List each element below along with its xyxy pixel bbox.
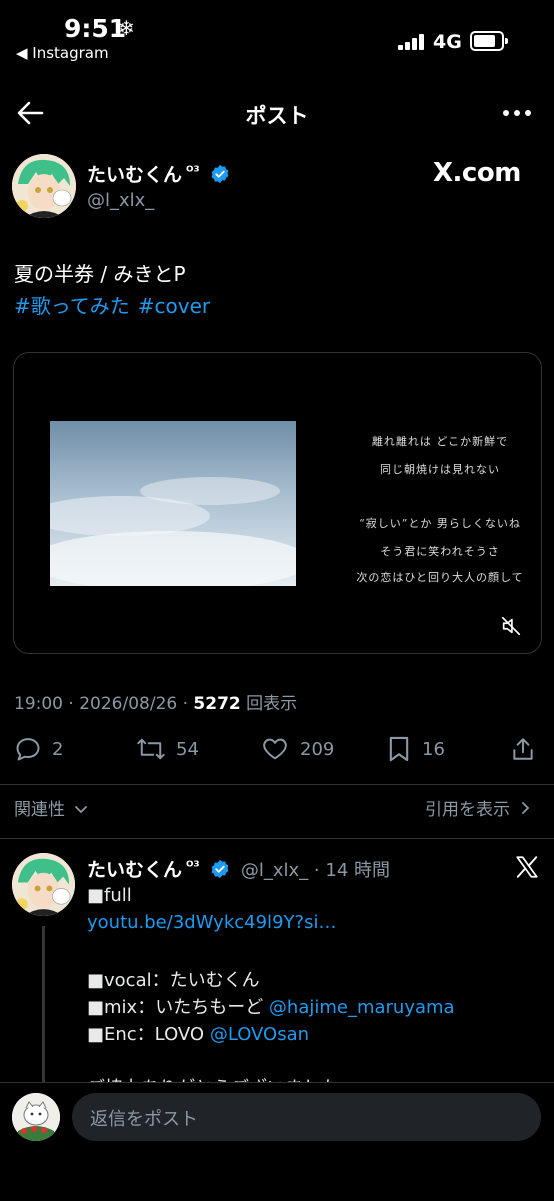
bookmark-button[interactable]: 16 xyxy=(386,735,445,763)
reply-button[interactable]: 2 xyxy=(14,735,63,763)
reply-line-mix: ■mix：いたちもーど @hajime_maruyama xyxy=(87,997,455,1018)
video-sky-frame xyxy=(50,421,296,586)
divider xyxy=(0,838,554,839)
chevron-down-icon xyxy=(75,806,88,814)
author-avatar[interactable] xyxy=(12,154,76,218)
lyric-line: 次の恋はひと回り大人の顔して xyxy=(356,571,524,584)
repost-icon xyxy=(137,738,165,760)
more-options-icon[interactable] xyxy=(498,98,536,128)
x-com-label: X.com xyxy=(433,158,521,188)
reply-youtube-link[interactable]: youtu.be/3dWykc49l9Y?si… xyxy=(87,912,336,933)
reply-input-placeholder: 返信をポスト xyxy=(90,1109,198,1130)
reply-age: 14 時間 xyxy=(325,860,391,881)
reply-line-vocal: ■vocal：たいむくん xyxy=(87,970,260,991)
reply-author-avatar[interactable] xyxy=(12,853,75,916)
lyric-line: “寂しい”とか 男らしくないね xyxy=(359,517,521,530)
video-player[interactable]: 離れ離れは どこか新鮮で 同じ朝焼けは見れない “寂しい”とか 男らしくないね … xyxy=(13,352,542,654)
snowflake-icon: ❄ xyxy=(118,16,135,40)
mute-icon[interactable] xyxy=(500,615,522,637)
share-icon xyxy=(513,738,533,760)
battery-icon xyxy=(470,31,504,51)
hashtag-link[interactable]: #歌ってみた xyxy=(14,294,130,318)
bookmark-count: 16 xyxy=(422,738,445,760)
lyric-line: 離れ離れは どこか新鮮で xyxy=(371,435,509,448)
reply-line-full: ■full xyxy=(87,885,132,906)
repost-button[interactable]: 54 xyxy=(136,735,199,763)
hashtag-link[interactable]: #cover xyxy=(138,294,210,318)
cellular-signal-icon xyxy=(398,34,426,50)
x-logo-icon xyxy=(514,854,540,884)
lyric-line: 同じ朝焼けは見れない xyxy=(380,463,500,476)
author-badge: ᴼ³ xyxy=(186,164,200,180)
reply-author-header: たいむくん ᴼ³ @l_xlx_ · 14 時間 xyxy=(87,859,391,881)
repost-count: 54 xyxy=(176,738,199,760)
reply-count: 2 xyxy=(52,738,64,760)
page-title: ポスト xyxy=(245,104,309,128)
battery-tip xyxy=(505,38,508,44)
reply-input[interactable]: 返信をポスト xyxy=(72,1093,541,1141)
reply-author-name[interactable]: たいむくん xyxy=(87,859,182,881)
divider xyxy=(0,784,554,785)
bookmark-icon xyxy=(389,736,409,762)
view-quotes-link[interactable]: 引用を表示 xyxy=(425,795,531,820)
reply-author-badge: ᴼ³ xyxy=(186,859,200,875)
heart-icon xyxy=(263,738,287,760)
post-hashtags: #歌ってみた #cover xyxy=(14,290,218,319)
verified-badge-icon xyxy=(211,164,229,184)
mention-link[interactable]: @hajime_maruyama xyxy=(269,997,455,1018)
share-button[interactable] xyxy=(510,735,546,763)
thread-line xyxy=(42,926,45,1086)
reply-icon xyxy=(16,738,40,761)
author-handle[interactable]: @l_xlx_ xyxy=(87,190,154,211)
back-to-instagram[interactable]: ◀ Instagram xyxy=(16,44,109,62)
network-type: 4G xyxy=(433,31,462,53)
lyric-line: そう君に笑われそうさ xyxy=(380,545,500,558)
my-avatar[interactable] xyxy=(12,1093,60,1141)
verified-badge-icon xyxy=(211,859,229,879)
reply-line-enc: ■Enc：LOVO @LOVOsan xyxy=(87,1024,310,1045)
status-time: 9:51 xyxy=(64,14,127,43)
mention-link[interactable]: @LOVOsan xyxy=(210,1024,309,1045)
post-text: 夏の半券 / みきとP xyxy=(14,262,186,286)
sort-dropdown[interactable]: 関連性 xyxy=(14,795,88,820)
author-name[interactable]: たいむくん ᴼ³ xyxy=(87,160,230,187)
chevron-right-icon xyxy=(522,802,530,814)
like-count: 209 xyxy=(300,738,335,760)
like-button[interactable]: 209 xyxy=(260,735,334,763)
post-meta: 19:00 · 2026/08/26 · 5272 回表示 xyxy=(14,694,298,714)
reply-handle[interactable]: @l_xlx_ xyxy=(241,860,308,881)
